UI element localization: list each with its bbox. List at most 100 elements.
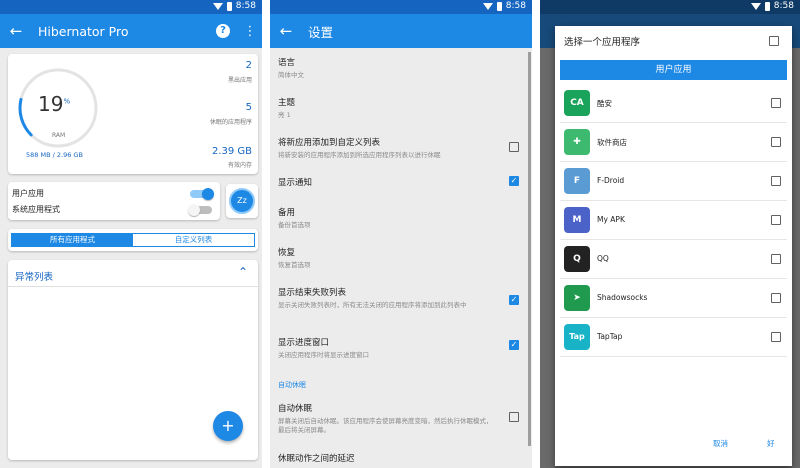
scrollbar[interactable]	[528, 52, 531, 446]
app-row-fdroid[interactable]: F F-Droid	[560, 162, 787, 201]
app-row-coolapk[interactable]: CA 酷安	[560, 84, 787, 123]
setting-summary: 将新安装的应用程序添加到所选应用程序列表以进行休眠	[278, 151, 441, 159]
app-name: QQ	[597, 254, 609, 263]
ram-usage: 588 MB / 2.96 GB	[26, 151, 83, 159]
app-checkbox[interactable]	[771, 176, 781, 186]
setting-add-new-apps[interactable]: 将新应用添加到自定义列表 将新安装的应用程序添加到所选应用程序列表以进行休眠	[278, 136, 514, 160]
user-apps-label: 用户应用	[12, 189, 44, 198]
setting-title: 恢复	[278, 248, 296, 258]
killed-apps-count: 2	[245, 60, 252, 71]
ram-percent: 19%	[38, 92, 70, 116]
setting-hibernate-delay[interactable]: 休眠动作之间的延迟	[278, 452, 514, 464]
status-time: 8:58	[235, 1, 256, 11]
setting-show-failed-list[interactable]: 显示结束失败列表 显示关闭失败列表时，所有无法关闭的应用程序将添加到此列表中	[278, 286, 498, 310]
select-app-dialog: 选择一个应用程序 用户应用 CA 酷安 ✚ 软件商店 F F-Droid M M…	[555, 26, 792, 466]
app-type-toggles: 用户应用 系统应用程式	[8, 182, 220, 220]
setting-show-progress[interactable]: 显示进度窗口 关闭应用程序时将显示进度窗口	[278, 336, 514, 360]
app-name: Shadowsocks	[597, 293, 648, 302]
help-icon[interactable]: ?	[216, 24, 230, 38]
app-row-taptap[interactable]: Tap TapTap	[560, 318, 787, 357]
app-name: 酷安	[597, 99, 612, 108]
app-row-shadowsocks[interactable]: ➤ Shadowsocks	[560, 279, 787, 318]
exception-list-title: 异常列表	[15, 272, 54, 283]
tab-custom-list[interactable]: 自定义列表	[133, 234, 254, 246]
app-name: TapTap	[597, 332, 623, 341]
app-name: 软件商店	[597, 138, 627, 147]
setting-backup[interactable]: 备用 备份首选项	[278, 206, 514, 230]
setting-title: 显示结束失败列表	[278, 288, 347, 298]
user-apps-switch[interactable]	[190, 188, 214, 200]
hibernated-apps-count: 5	[245, 102, 252, 113]
battery-icon	[496, 1, 502, 11]
divider	[8, 286, 258, 287]
chevron-up-icon[interactable]: ⌃	[238, 265, 248, 279]
add-new-apps-checkbox[interactable]	[509, 142, 519, 152]
show-failed-list-checkbox[interactable]: ✓	[509, 295, 519, 305]
add-fab-button[interactable]: +	[213, 411, 243, 441]
switch-knob	[202, 188, 214, 200]
battery-icon	[764, 1, 770, 11]
killed-apps-label: 黑出应用	[227, 77, 252, 84]
hibernator-main-screen: 8:58 ← Hibernator Pro ? ⋮ 19% RAM 588 MB…	[0, 0, 262, 468]
setting-language[interactable]: 语言 简体中文	[278, 56, 514, 80]
back-arrow-icon[interactable]: ←	[270, 22, 302, 40]
setting-title: 休眠动作之间的延迟	[278, 454, 355, 464]
section-auto-hibernate: 自动休眠	[278, 381, 306, 389]
app-store-icon: ✚	[564, 129, 590, 155]
setting-title: 显示通知	[278, 178, 313, 188]
app-bar: ← Hibernator Pro ? ⋮	[0, 14, 262, 48]
setting-summary: 恢复首选项	[278, 261, 311, 269]
system-apps-switch[interactable]	[188, 204, 212, 216]
setting-auto-hibernate[interactable]: 自动休眠 屏幕关闭后自动休眠。该应用程序会使屏幕亮度变暗，然后执行休眠模式，最后…	[278, 402, 498, 435]
status-bar: 8:58	[270, 0, 532, 14]
app-checkbox[interactable]	[771, 137, 781, 147]
show-notification-checkbox[interactable]: ✓	[509, 176, 519, 186]
status-time: 8:58	[773, 1, 794, 11]
setting-title: 显示进度窗口	[278, 338, 330, 348]
ram-percent-sign: %	[63, 97, 71, 106]
taptap-icon: Tap	[564, 324, 590, 350]
app-checkbox[interactable]	[771, 332, 781, 342]
status-time: 8:58	[505, 1, 526, 11]
setting-restore[interactable]: 恢复 恢复首选项	[278, 246, 514, 270]
wifi-icon	[750, 2, 761, 10]
setting-show-notification[interactable]: 显示通知	[278, 176, 514, 188]
status-bar: 8:58	[0, 0, 262, 14]
app-checkbox[interactable]	[771, 254, 781, 264]
setting-title: 主题	[278, 98, 296, 108]
hibernated-apps-label: 休眠的应用程序	[209, 119, 252, 126]
battery-icon	[226, 1, 232, 11]
cancel-button[interactable]: 取消	[713, 438, 728, 449]
auto-hibernate-checkbox[interactable]	[509, 412, 519, 422]
app-row-myapk[interactable]: M My APK	[560, 201, 787, 240]
zzz-icon: Zz	[229, 188, 255, 214]
setting-summary: 备份首选项	[278, 221, 311, 229]
more-vert-icon[interactable]: ⋮	[242, 24, 258, 39]
app-bar: ← 设置	[270, 14, 532, 48]
app-checkbox[interactable]	[771, 98, 781, 108]
myapk-icon: M	[564, 207, 590, 233]
tab-all-apps[interactable]: 所有应用程式	[12, 234, 133, 246]
ram-gauge-fill	[18, 97, 33, 137]
back-arrow-icon[interactable]: ←	[0, 22, 32, 40]
app-checkbox[interactable]	[771, 215, 781, 225]
status-bar: 8:58	[540, 0, 800, 14]
setting-summary: 关闭应用程序时将显示进度窗口	[278, 351, 369, 359]
qq-icon: Q	[564, 246, 590, 272]
select-all-checkbox[interactable]	[769, 36, 779, 46]
setting-theme[interactable]: 主题 亮 1	[278, 96, 514, 120]
app-row-qq[interactable]: Q QQ	[560, 240, 787, 279]
ok-button[interactable]: 好	[767, 438, 775, 449]
ram-label: RAM	[52, 132, 66, 139]
show-progress-checkbox[interactable]: ✓	[509, 340, 519, 350]
setting-title: 语言	[278, 58, 296, 68]
app-name: My APK	[597, 215, 625, 224]
setting-summary: 简体中文	[278, 71, 304, 79]
ram-card: 19% RAM 588 MB / 2.96 GB 2 黑出应用 5 休眠的应用程…	[8, 54, 258, 174]
free-memory-label: 有效内存	[227, 162, 252, 169]
coolapk-icon: CA	[564, 90, 590, 116]
app-checkbox[interactable]	[771, 293, 781, 303]
app-row-app-store[interactable]: ✚ 软件商店	[560, 123, 787, 162]
system-apps-label: 系统应用程式	[12, 205, 60, 214]
hibernate-button[interactable]: Zz	[226, 184, 258, 218]
